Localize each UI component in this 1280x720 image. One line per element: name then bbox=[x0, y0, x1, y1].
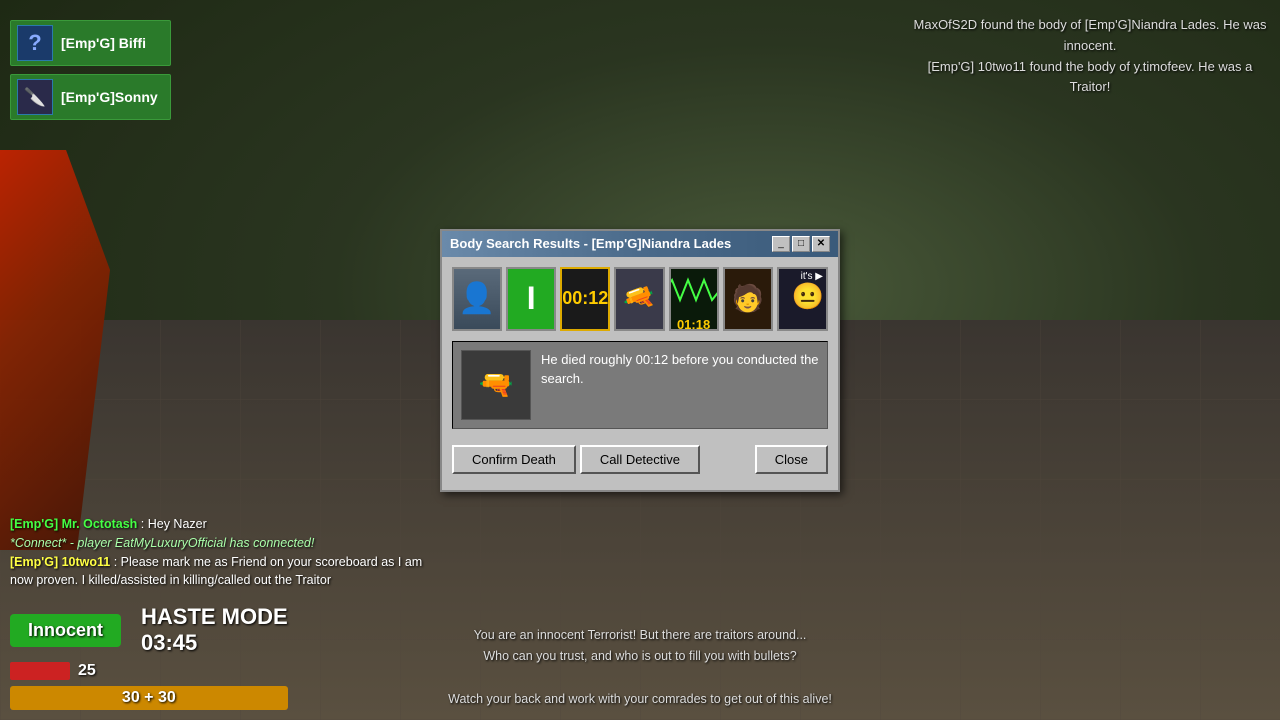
video-label: it's ▶ bbox=[801, 271, 823, 282]
innocent-i-label: I bbox=[527, 280, 536, 317]
info-description: He died roughly 00:12 before you conduct… bbox=[541, 350, 819, 389]
icon-video[interactable]: it's ▶ 😐 bbox=[777, 267, 828, 331]
body-search-modal: Body Search Results - [Emp'G]Niandra Lad… bbox=[440, 229, 840, 492]
modal-controls: _ □ ✕ bbox=[772, 236, 830, 252]
modal-content: 👤 I 00:12 🔫 bbox=[442, 257, 838, 490]
close-title-button[interactable]: ✕ bbox=[812, 236, 830, 252]
rifle-icon-symbol: 🔫 bbox=[619, 278, 660, 318]
video-char-icon: 😐 bbox=[792, 281, 824, 312]
modal-footer: Confirm Death Call Detective Close bbox=[452, 441, 828, 480]
icon-wave-timer[interactable]: 01:18 bbox=[669, 267, 719, 331]
modal-title: Body Search Results - [Emp'G]Niandra Lad… bbox=[450, 236, 731, 251]
icon-timer-1[interactable]: 00:12 bbox=[560, 267, 610, 331]
icon-strip: 👤 I 00:12 🔫 bbox=[452, 267, 828, 331]
minimize-button[interactable]: _ bbox=[772, 236, 790, 252]
info-box: 🔫 He died roughly 00:12 before you condu… bbox=[452, 341, 828, 429]
wave-timer-value: 01:18 bbox=[677, 317, 710, 331]
modal-titlebar: Body Search Results - [Emp'G]Niandra Lad… bbox=[442, 231, 838, 257]
wave-svg bbox=[669, 267, 719, 316]
icon-portrait[interactable]: 👤 bbox=[452, 267, 502, 331]
modal-overlay: Body Search Results - [Emp'G]Niandra Lad… bbox=[0, 0, 1280, 720]
restore-button[interactable]: □ bbox=[792, 236, 810, 252]
char-icon-symbol: 🧑 bbox=[732, 283, 764, 314]
call-detective-button[interactable]: Call Detective bbox=[580, 445, 700, 474]
confirm-death-button[interactable]: Confirm Death bbox=[452, 445, 576, 474]
timer-1-value: 00:12 bbox=[562, 288, 608, 309]
modal-close-button[interactable]: Close bbox=[755, 445, 828, 474]
icon-rifle[interactable]: 🔫 bbox=[614, 267, 664, 331]
portrait-face-icon: 👤 bbox=[454, 269, 500, 329]
icon-character[interactable]: 🧑 bbox=[723, 267, 773, 331]
icon-innocent-marker[interactable]: I bbox=[506, 267, 556, 331]
info-weapon-icon: 🔫 bbox=[461, 350, 531, 420]
